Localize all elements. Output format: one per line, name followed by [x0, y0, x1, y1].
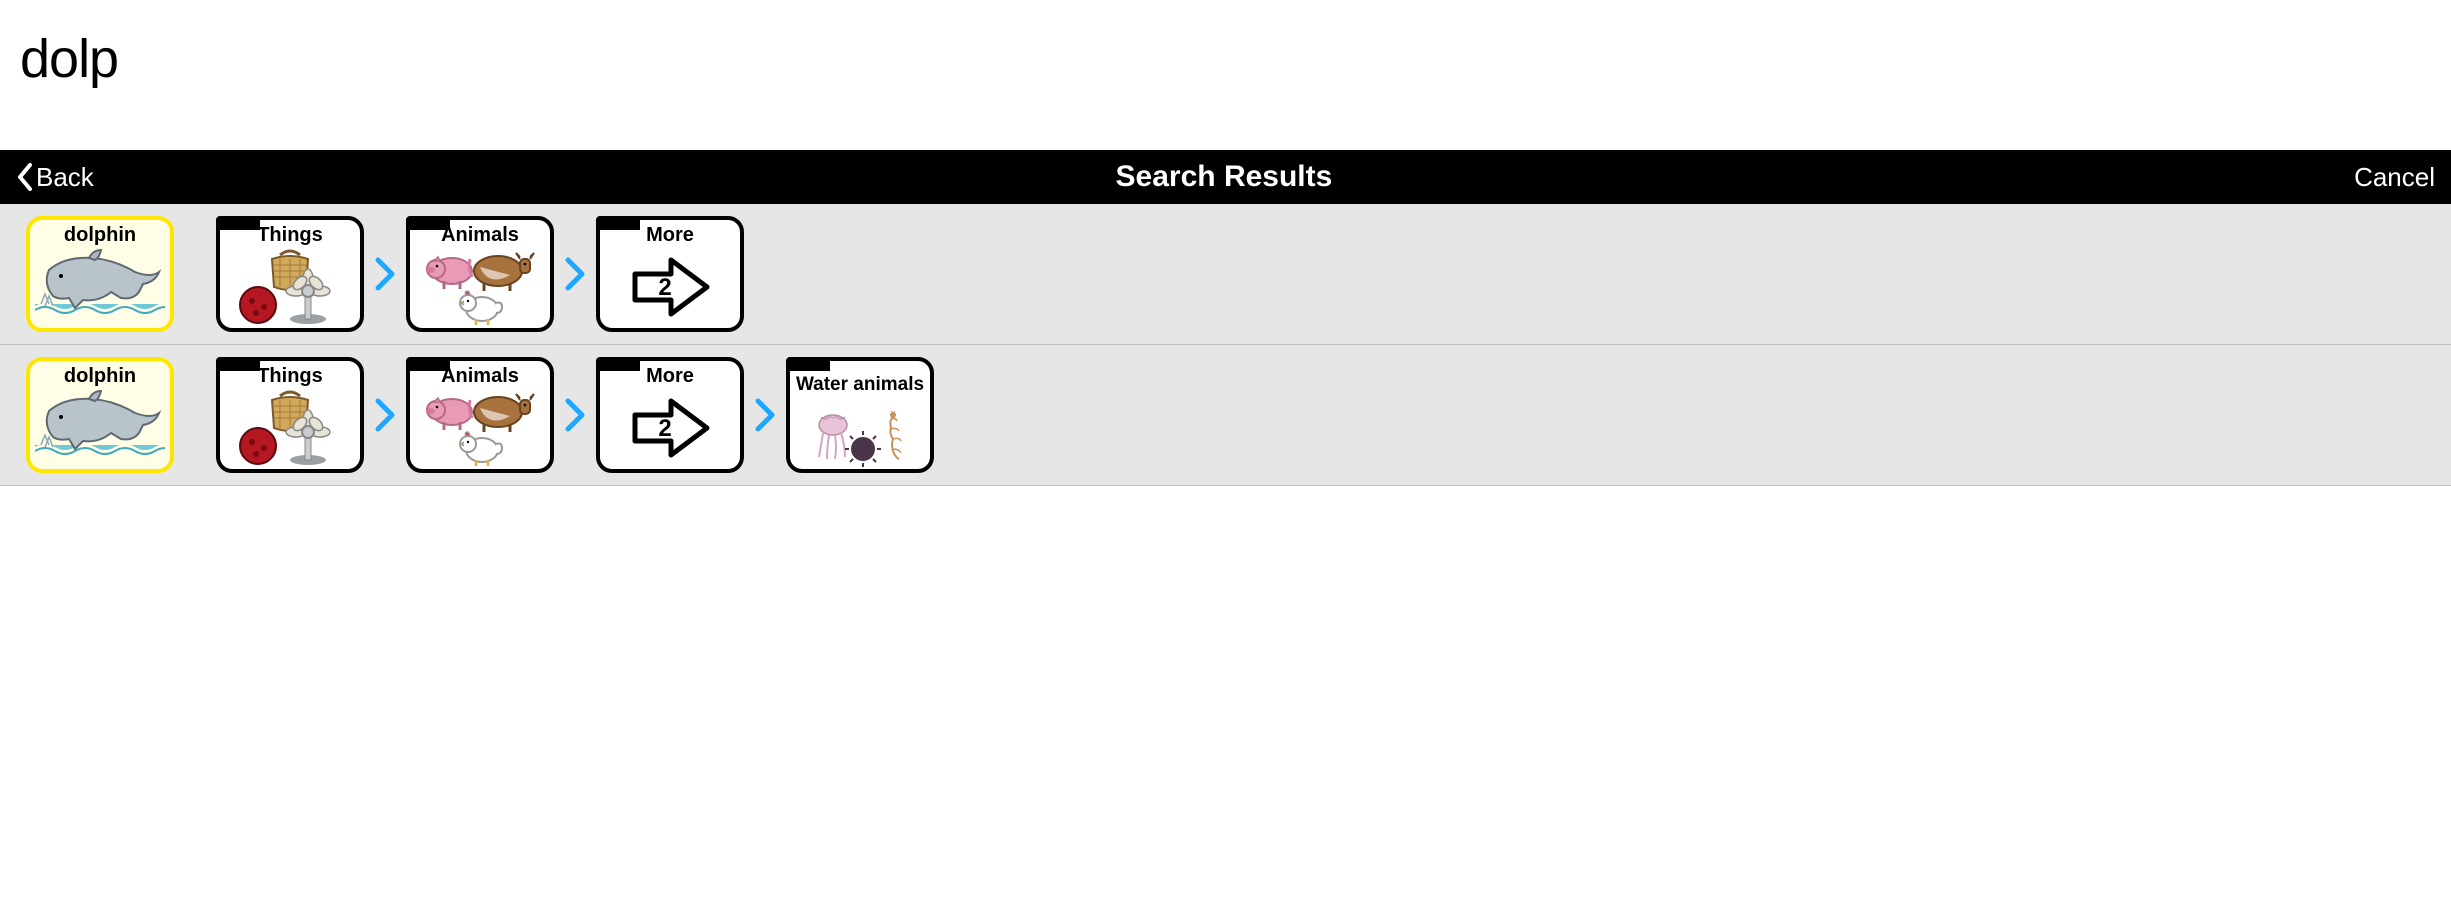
path-separator	[364, 397, 406, 433]
dolphin-icon	[30, 246, 170, 328]
path-card-water-animals[interactable]: Water animals	[786, 357, 934, 473]
result-row[interactable]: dolphin Things	[0, 204, 2451, 345]
header-bar: Back Search Results Cancel	[0, 150, 2451, 204]
more-number: 2	[658, 274, 671, 301]
chevron-right-icon	[754, 397, 776, 433]
cancel-button[interactable]: Cancel	[2354, 162, 2435, 193]
animals-icon	[410, 387, 550, 469]
path-separator	[554, 256, 596, 292]
card-label: More	[646, 365, 694, 387]
card-label: Animals	[441, 365, 519, 387]
card-label: Things	[257, 365, 323, 387]
dolphin-icon	[30, 387, 170, 469]
chevron-right-icon	[374, 256, 396, 292]
search-input[interactable]: dolp	[20, 28, 2431, 90]
more-arrow-icon: 2	[600, 387, 740, 469]
card-label: Animals	[441, 224, 519, 246]
card-label: Water animals	[796, 365, 924, 405]
card-label: More	[646, 224, 694, 246]
things-icon	[220, 387, 360, 469]
back-label: Back	[36, 162, 94, 193]
result-card-dolphin[interactable]: dolphin	[26, 216, 174, 332]
more-number: 2	[658, 415, 671, 442]
card-label: dolphin	[64, 224, 136, 246]
path-separator	[744, 397, 786, 433]
back-button[interactable]: Back	[16, 162, 94, 193]
animals-icon	[410, 246, 550, 328]
things-icon	[220, 246, 360, 328]
path-card-more[interactable]: More 2	[596, 357, 744, 473]
path-card-animals[interactable]: Animals	[406, 216, 554, 332]
chevron-right-icon	[374, 397, 396, 433]
chevron-right-icon	[564, 256, 586, 292]
path-card-more[interactable]: More 2	[596, 216, 744, 332]
path-separator	[554, 397, 596, 433]
water-animals-icon	[790, 405, 930, 469]
search-area: dolp	[0, 0, 2451, 150]
result-row[interactable]: dolphin Things	[0, 345, 2451, 486]
chevron-right-icon	[564, 397, 586, 433]
path-card-animals[interactable]: Animals	[406, 357, 554, 473]
path-card-things[interactable]: Things	[216, 216, 364, 332]
result-card-dolphin[interactable]: dolphin	[26, 357, 174, 473]
path-separator	[364, 256, 406, 292]
more-arrow-icon: 2	[600, 246, 740, 328]
page-title: Search Results	[1116, 160, 1333, 194]
chevron-left-icon	[16, 163, 34, 191]
card-label: dolphin	[64, 365, 136, 387]
card-label: Things	[257, 224, 323, 246]
results-list: dolphin Things	[0, 204, 2451, 486]
path-card-things[interactable]: Things	[216, 357, 364, 473]
